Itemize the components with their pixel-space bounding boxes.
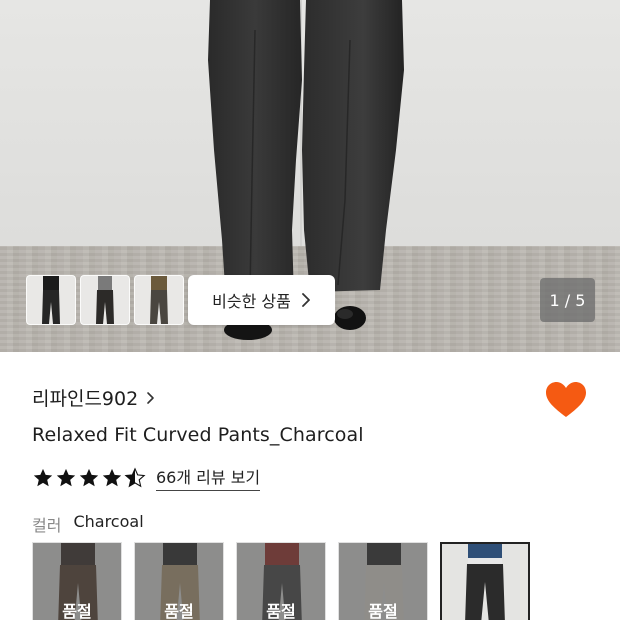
product-title: Relaxed Fit Curved Pants_Charcoal — [32, 424, 364, 446]
sold-out-label: 품절 — [368, 602, 398, 620]
color-label: 컬러 — [32, 516, 62, 535]
thumbnail-figure — [150, 276, 168, 324]
color-swatch-gray[interactable]: 품절 — [236, 542, 326, 620]
similar-products-label: 비슷한 상품 — [212, 292, 291, 311]
star-full-icon — [79, 468, 99, 486]
color-swatch-charcoal[interactable] — [440, 542, 530, 620]
thumbnail-3[interactable] — [134, 275, 184, 325]
swatch-figure — [465, 544, 505, 620]
favorite-heart-icon[interactable] — [545, 381, 587, 419]
star-full-icon — [33, 468, 53, 486]
thumbnail-figure — [96, 276, 114, 324]
thumbnail-figure — [42, 276, 60, 324]
color-swatch-beige[interactable]: 품절 — [134, 542, 224, 620]
chevron-right-icon — [301, 293, 310, 307]
thumbnail-2[interactable] — [80, 275, 130, 325]
sold-out-label: 품절 — [164, 602, 194, 620]
color-swatch-brown[interactable]: 품절 — [32, 542, 122, 620]
sold-out-label: 품절 — [266, 602, 296, 620]
rating-row: 66개 리뷰 보기 — [32, 464, 261, 491]
color-swatch-ivory[interactable]: 품절 — [338, 542, 428, 620]
brand-name: 리파인드902 — [32, 388, 139, 410]
star-half-icon — [124, 466, 146, 487]
color-value: Charcoal — [73, 512, 144, 531]
color-option-row: 컬러 Charcoal — [32, 512, 144, 536]
star-rating — [32, 466, 146, 489]
star-full-icon — [56, 468, 76, 486]
product-image-carousel[interactable]: 비슷한 상품 1 / 5 — [0, 0, 620, 352]
review-link[interactable]: 66개 리뷰 보기 — [156, 464, 261, 491]
thumbnail-1[interactable] — [26, 275, 76, 325]
image-counter: 1 / 5 — [540, 278, 595, 322]
sold-out-label: 품절 — [62, 602, 92, 620]
color-swatch-list: 품절 품절 품절 품절 — [32, 542, 530, 620]
similar-products-button[interactable]: 비슷한 상품 — [188, 275, 335, 325]
chevron-right-icon — [147, 391, 154, 404]
brand-link[interactable]: 리파인드902 — [32, 384, 155, 411]
star-full-icon — [102, 468, 122, 486]
